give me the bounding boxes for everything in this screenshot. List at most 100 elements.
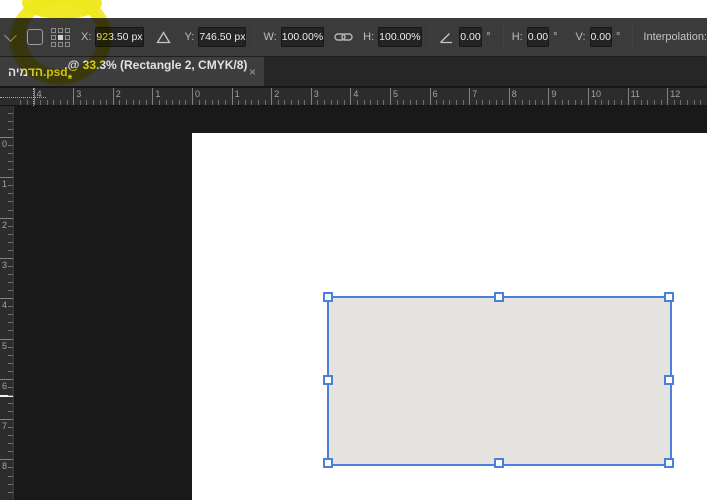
canvas[interactable] [192,133,707,500]
tab-close-icon[interactable]: × [249,65,256,79]
ruler-tick [198,100,200,105]
ruler-tick [73,88,75,105]
ruler-tick [8,483,13,485]
ruler-tick [8,394,13,396]
ruler-tick [535,100,537,105]
v-skew-label: V: [575,31,586,43]
transform-handle[interactable] [664,292,674,302]
ruler-tick [330,100,332,105]
ruler-tick [8,290,13,292]
angle-degree-label: ° [486,31,491,43]
x-position-input[interactable]: 923.50 px [95,27,144,47]
ruler-tick [469,88,471,105]
ruler-tick [475,100,477,105]
ruler-tick [119,100,121,105]
ruler-tick [8,233,13,235]
ruler-tick [396,100,398,105]
link-aspect-ratio-icon[interactable] [334,31,353,43]
ruler-label: 11 [630,89,640,99]
ruler-tick [8,120,13,122]
y-position-input[interactable]: 746.50 px [198,27,247,47]
tab-file-extension: .psd [42,64,68,79]
ruler-tick [614,100,616,105]
ruler-label: 0 [195,89,201,99]
transform-handle[interactable] [664,375,674,385]
vertical-ruler[interactable]: 0123456789 [0,106,14,500]
ruler-tick [8,370,13,372]
ruler-label: 7 [472,89,478,99]
ruler-tick [8,145,13,147]
ruler-tick [8,354,13,356]
width-scale-input[interactable]: 100.00% [280,27,325,47]
transform-handle[interactable] [493,458,504,468]
ruler-tick [20,100,22,105]
ruler-tick [211,100,213,105]
ruler-tick [0,378,13,380]
ruler-tick [86,100,88,105]
v-skew-degree-label: ° [615,31,621,43]
ruler-tick [251,100,253,105]
y-label: Y: [184,31,195,43]
ruler-tick [258,100,259,105]
ruler-tick [383,100,385,105]
height-scale-input[interactable]: 100.00% [378,27,422,47]
ruler-tick [482,100,484,105]
transform-handle[interactable] [323,375,333,385]
ruler-tick [27,100,28,105]
reference-point-toggle-checkbox[interactable] [27,29,43,45]
ruler-tick [687,100,688,105]
interpolation-label: Interpolation: [643,31,707,43]
ruler-tick [403,100,405,105]
ruler-tick [574,100,576,105]
ruler-tick [8,427,13,429]
pasteboard [14,106,707,500]
ruler-tick [667,88,669,105]
horizontal-ruler[interactable]: 4 3 2 1 0 1 2 3 4 5 6 7 8 9 10 11 12 [0,88,707,106]
v-skew-input[interactable]: 0.00 [589,27,612,47]
ruler-tick [693,100,695,105]
ruler-tick [357,100,358,105]
x-label: X: [81,31,92,43]
ruler-tick [8,265,13,267]
ruler-tick [8,193,13,195]
transform-handle[interactable] [664,458,674,468]
ruler-label: 5 [393,89,399,99]
ruler-tick [634,100,636,105]
ruler-origin-crosshair [0,97,46,98]
document-tab[interactable]: הדמיה .psd @ 33.3% (Rectangle 2, CMYK/8) … [0,57,264,86]
ruler-tick [264,100,266,105]
ruler-label: 4 [353,89,359,99]
ruler-tick [145,100,147,105]
ruler-tick [363,100,365,105]
ruler-tick [8,467,13,469]
tab-zoom-and-mode: @ 33.3% (Rectangle 2, CMYK/8) * [67,57,248,86]
ruler-tick [8,435,13,437]
chevron-down-icon[interactable] [4,28,17,42]
ruler-label: 3 [2,259,8,270]
divider [502,24,504,50]
relative-positioning-delta-icon[interactable] [155,30,171,44]
tab-filename: הדמיה [8,64,43,79]
ruler-tick [376,100,378,105]
ruler-tick [172,100,174,105]
ruler-tick [185,100,187,105]
transform-handle[interactable] [493,292,504,302]
ruler-tick [126,100,127,105]
reference-point-locator-icon[interactable] [51,27,70,47]
transform-handle[interactable] [323,292,333,302]
ruler-tick [660,100,662,105]
h-skew-input[interactable]: 0.00 [526,27,550,47]
ruler-tick [568,100,570,105]
transform-handle[interactable] [323,458,333,468]
ruler-tick [8,346,13,348]
ruler-tick [8,169,13,171]
ruler-tick [225,100,226,105]
photoshop-window: X: 923.50 px Y: 746.50 px W: 100.00% H: … [0,0,707,500]
ruler-tick [456,100,457,105]
rotate-angle-input[interactable]: 0.00 [458,27,483,47]
ruler-label: 0 [2,139,8,149]
rectangle-shape-transform-box[interactable] [323,292,674,468]
ruler-tick [205,100,207,105]
ruler-tick [40,100,42,105]
ruler-label: 5 [2,340,8,351]
